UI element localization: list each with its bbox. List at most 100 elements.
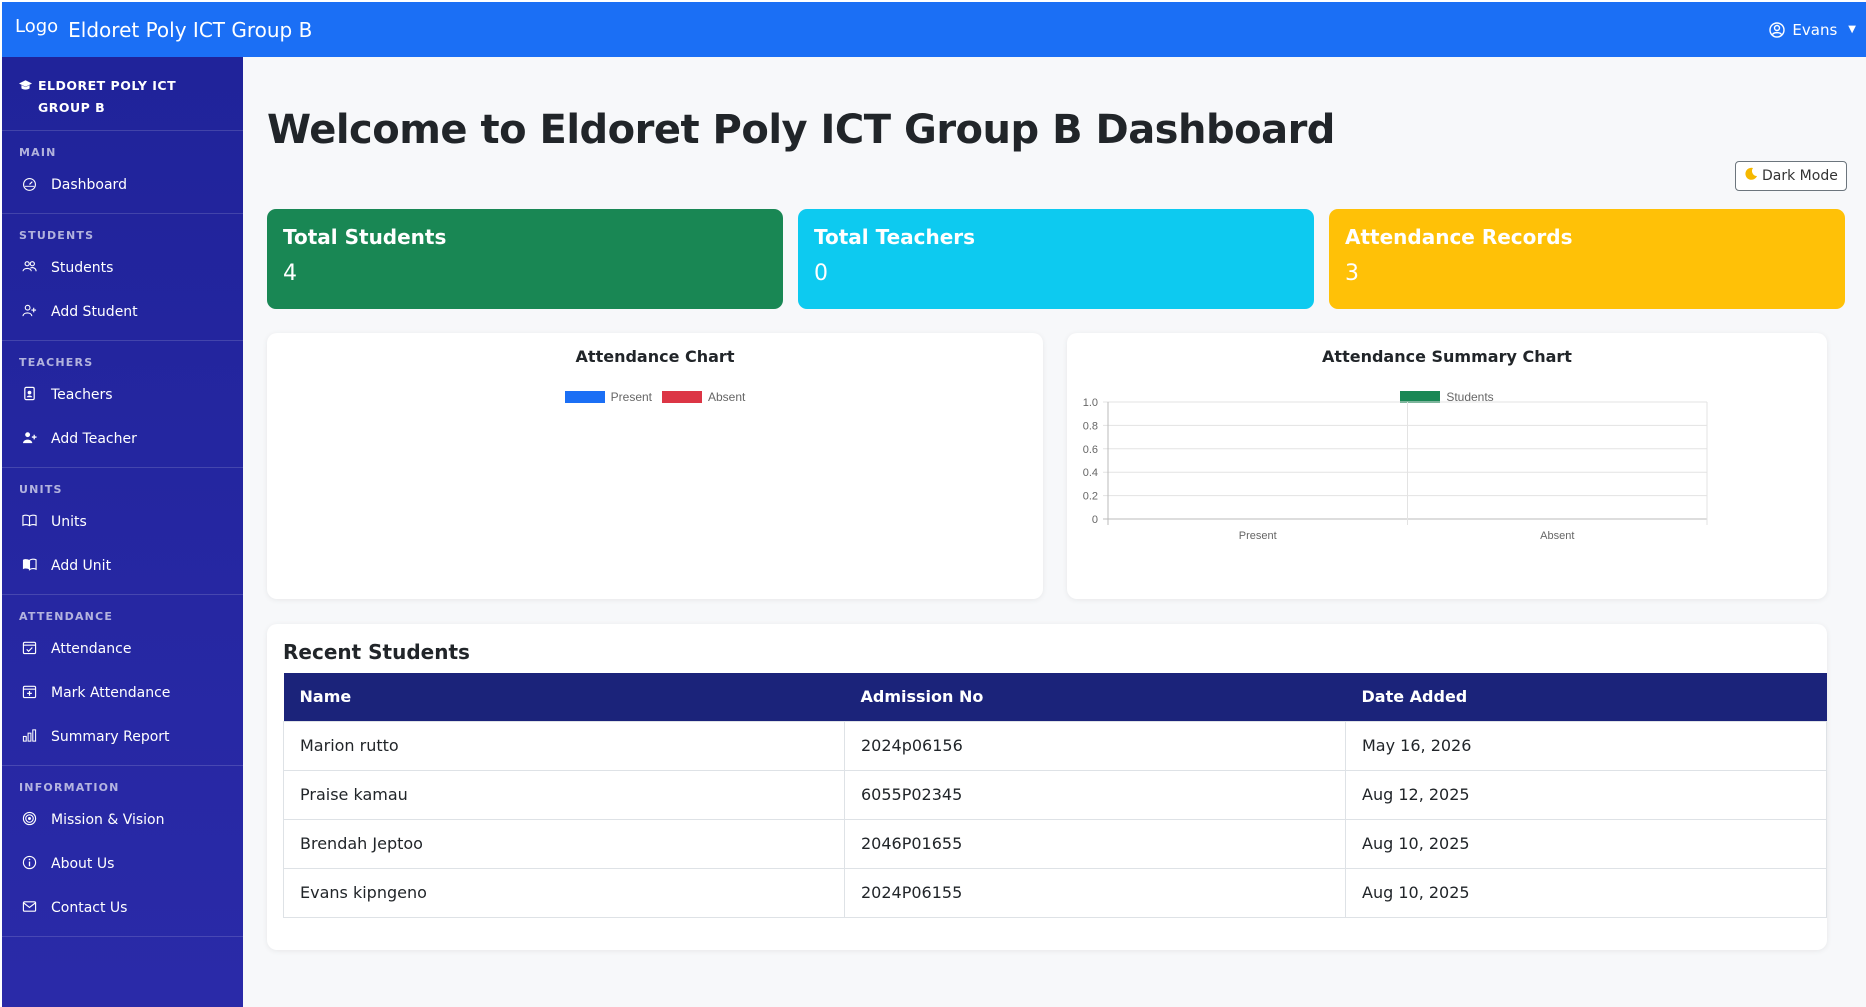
sidebar-brand[interactable]: ELDORET POLY ICT GROUP B xyxy=(2,57,243,131)
date-added-cell: Aug 12, 2025 xyxy=(1345,769,1827,820)
date-added-cell: May 16, 2026 xyxy=(1345,720,1827,771)
top-navbar: Logo Eldoret Poly ICT Group B Evans ▼ xyxy=(2,2,1866,57)
stat-value: 0 xyxy=(814,261,828,286)
sidebar-item-contact-us[interactable]: Contact Us xyxy=(2,886,243,930)
sidebar-item-label: Add Teacher xyxy=(51,431,137,447)
sidebar-item-label: Mark Attendance xyxy=(51,685,171,701)
recent-students-card: Recent Students Name Admission No Date A… xyxy=(267,624,1827,950)
recent-students-table: Name Admission No Date Added Marion rutt… xyxy=(283,673,1827,918)
sidebar-item-students[interactable]: Students xyxy=(2,246,243,290)
legend-item-absent[interactable]: Absent xyxy=(662,390,745,404)
sidebar-section-heading: TEACHERS xyxy=(19,356,94,369)
person-add-icon xyxy=(22,303,37,322)
sidebar-brand-label: ELDORET POLY ICT GROUP B xyxy=(38,78,177,115)
stat-label: Total Teachers xyxy=(814,225,976,249)
table-row[interactable]: Evans kipngeno 2024P06155 Aug 10, 2025 xyxy=(283,867,1827,918)
y-tick-label: 0.2 xyxy=(1083,491,1098,503)
sidebar-item-label: Students xyxy=(51,260,114,276)
sidebar-section-heading: INFORMATION xyxy=(19,781,120,794)
date-added-cell: Aug 10, 2025 xyxy=(1345,818,1827,869)
x-tick-label: Absent xyxy=(1540,530,1574,542)
sidebar-section-students: STUDENTS Students Add Student xyxy=(2,214,243,341)
calendar-check-icon xyxy=(22,640,37,659)
table-row[interactable]: Brendah Jeptoo 2046P01655 Aug 10, 2025 xyxy=(283,818,1827,869)
book-icon xyxy=(22,513,37,532)
user-name: Evans xyxy=(1792,20,1838,39)
sidebar-section-heading: STUDENTS xyxy=(19,229,95,242)
column-header[interactable]: Date Added xyxy=(1346,673,1827,721)
user-menu[interactable]: Evans ▼ xyxy=(1769,21,1856,39)
y-tick-label: 0.8 xyxy=(1083,420,1098,432)
sidebar-section-heading: ATTENDANCE xyxy=(19,610,114,623)
stat-card-students: Total Students 4 xyxy=(267,209,783,309)
sidebar-section-information: INFORMATION Mission & Vision About Us Conta… xyxy=(2,766,243,937)
table-row[interactable]: Marion rutto 2024p06156 May 16, 2026 xyxy=(283,720,1827,771)
dark-mode-button[interactable]: Dark Mode xyxy=(1735,161,1847,191)
sidebar-item-add-unit[interactable]: Add Unit xyxy=(2,544,243,588)
sidebar-item-teachers[interactable]: Teachers xyxy=(2,373,243,417)
sidebar-item-dashboard[interactable]: Dashboard xyxy=(2,163,243,207)
sidebar-section-units: UNITS Units Add Unit xyxy=(2,468,243,595)
user-circle-icon xyxy=(1769,21,1786,38)
sidebar-item-label: Attendance xyxy=(51,641,132,657)
y-tick-label: 0 xyxy=(1092,514,1098,526)
sidebar-item-units[interactable]: Units xyxy=(2,500,243,544)
sidebar-item-mark-attendance[interactable]: Mark Attendance xyxy=(2,671,243,715)
dark-mode-label: Dark Mode xyxy=(1762,168,1838,184)
badge-icon xyxy=(22,386,37,405)
sidebar-section-main: MAIN Dashboard xyxy=(2,131,243,214)
attendance-summary-chart-card: Attendance Summary Chart Students 1.0 0.8… xyxy=(1067,333,1827,599)
legend-swatch xyxy=(564,391,605,403)
column-header[interactable]: Admission No xyxy=(845,673,1346,721)
book-fill-icon xyxy=(22,557,37,576)
student-name-cell: Praise kamau xyxy=(283,769,845,820)
date-added-cell: Aug 10, 2025 xyxy=(1345,867,1827,918)
sidebar-item-label: Teachers xyxy=(51,387,113,403)
y-tick-label: 1.0 xyxy=(1083,397,1098,409)
logo[interactable]: Logo xyxy=(15,16,58,37)
sidebar-section-teachers: TEACHERS Teachers Add Teacher xyxy=(2,341,243,468)
table-header-row: Name Admission No Date Added xyxy=(283,673,1827,721)
student-name-cell: Marion rutto xyxy=(283,720,845,771)
people-icon xyxy=(22,259,37,278)
sidebar-item-about-us[interactable]: About Us xyxy=(2,842,243,886)
column-header[interactable]: Name xyxy=(284,673,845,721)
sidebar-item-label: Add Unit xyxy=(51,558,112,574)
admission-no-cell: 2046P01655 xyxy=(844,818,1346,869)
chart-legend: Present Absent xyxy=(267,390,1043,404)
brand-title[interactable]: Eldoret Poly ICT Group B xyxy=(68,18,312,42)
legend-label: Present xyxy=(610,390,652,404)
sidebar-section-heading: MAIN xyxy=(19,146,57,159)
sidebar-item-add-student[interactable]: Add Student xyxy=(2,290,243,334)
legend-item-present[interactable]: Present xyxy=(564,390,652,404)
stat-label: Total Students xyxy=(283,225,447,249)
envelope-icon xyxy=(22,899,37,918)
admission-no-cell: 6055P02345 xyxy=(844,769,1346,820)
moon-icon xyxy=(1744,167,1758,185)
calendar-plus-icon xyxy=(22,684,37,703)
sidebar-item-attendance[interactable]: Attendance xyxy=(2,627,243,671)
sidebar-item-label: Add Student xyxy=(51,304,138,320)
stat-card-teachers: Total Teachers 0 xyxy=(798,209,1314,309)
sidebar-item-label: Contact Us xyxy=(51,900,128,916)
sidebar-item-summary-report[interactable]: Summary Report xyxy=(2,715,243,759)
sidebar-item-add-teacher[interactable]: Add Teacher xyxy=(2,417,243,461)
admission-no-cell: 2024p06156 xyxy=(844,720,1346,771)
y-tick-label: 0.4 xyxy=(1083,467,1098,479)
sidebar-item-label: Summary Report xyxy=(51,729,170,745)
legend-swatch xyxy=(662,391,702,403)
legend-label: Absent xyxy=(708,390,746,404)
bar-chart-icon xyxy=(22,728,37,747)
sidebar-item-mission-vision[interactable]: Mission & Vision xyxy=(2,798,243,842)
admission-no-cell: 2024P06155 xyxy=(844,867,1346,918)
table-row[interactable]: Praise kamau 6055P02345 Aug 12, 2025 xyxy=(283,769,1827,820)
graduation-cap-icon xyxy=(19,75,32,98)
sidebar-section-attendance: ATTENDANCE Attendance Mark Attendance Summa… xyxy=(2,595,243,766)
stat-value: 3 xyxy=(1345,261,1359,286)
speedometer-icon xyxy=(22,176,37,195)
sidebar-item-label: Dashboard xyxy=(51,177,127,193)
y-tick-label: 0.6 xyxy=(1083,444,1098,456)
student-name-cell: Evans kipngeno xyxy=(283,867,845,918)
stat-label: Attendance Records xyxy=(1345,225,1573,249)
summary-chart-plot: 1.0 0.8 0.6 0.4 0.2 0 Present Absent xyxy=(1083,397,1708,542)
